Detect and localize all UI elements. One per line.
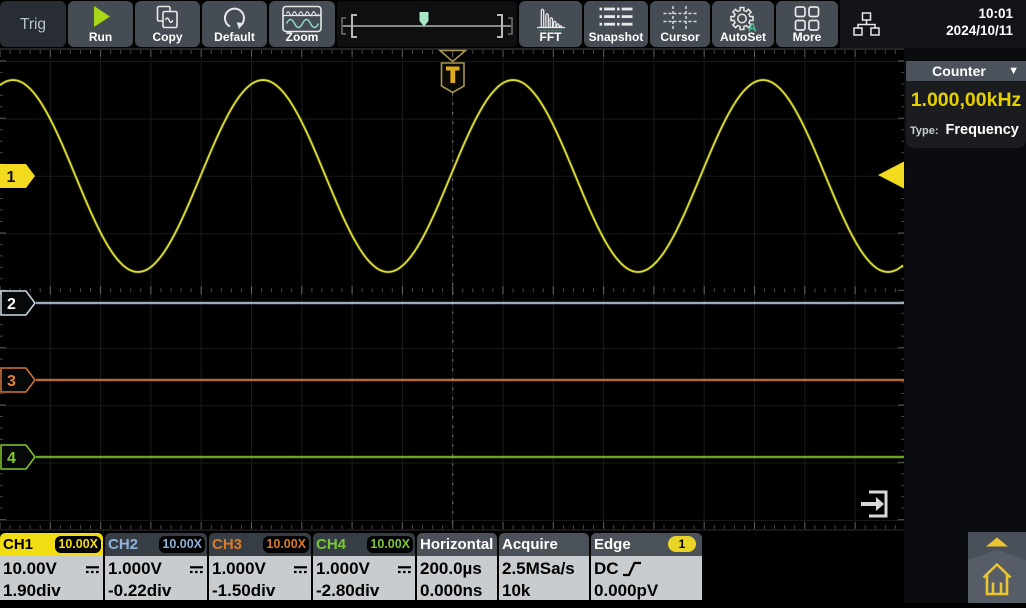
svg-text:3: 3 <box>7 373 16 390</box>
svg-text:2: 2 <box>7 296 16 313</box>
svg-text:1: 1 <box>7 169 16 186</box>
svg-text:4: 4 <box>7 450 16 467</box>
